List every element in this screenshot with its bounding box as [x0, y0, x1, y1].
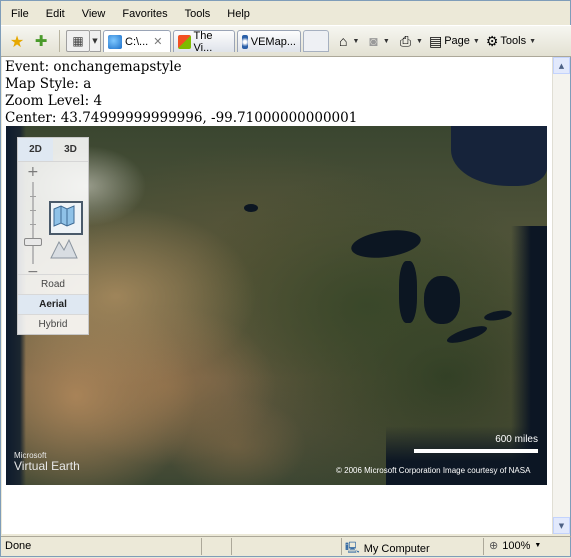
lake — [244, 204, 258, 212]
tab-toolbar: ★ ✚ ▦ ▼ C:\... ✕ The Vi... VEMap... ⌂ ▼ ◙… — [1, 25, 571, 57]
lake-erie — [445, 322, 489, 347]
printer-icon: ⎙ — [399, 32, 412, 49]
computer-icon: 🖳 — [345, 542, 360, 554]
tab-label: C:\... — [125, 35, 149, 48]
map-navigation-control: 2D 3D + − Road Aerial Hybrid — [17, 137, 89, 335]
scroll-down-icon[interactable]: ▼ — [553, 517, 570, 534]
tab-the-vi[interactable]: The Vi... — [173, 29, 235, 54]
status-divider — [201, 538, 202, 555]
scale-bar — [414, 449, 538, 453]
security-zone[interactable]: 🖳 My Computer — [345, 539, 430, 558]
tab-vemap[interactable]: VEMap... — [237, 30, 301, 52]
rss-icon: ◙ — [369, 33, 378, 49]
hudson-bay — [451, 126, 547, 186]
gear-icon: ⚙ — [485, 32, 499, 49]
scale-label: 600 miles — [495, 434, 538, 445]
magnifier-icon: ⊕ — [489, 540, 499, 552]
page-label: Page — [444, 35, 470, 47]
tab-c-drive[interactable]: C:\... ✕ — [103, 30, 171, 52]
chevron-down-icon: ▼ — [534, 542, 542, 549]
print-button[interactable]: ⎙ ▼ — [400, 33, 423, 50]
lake-ontario — [483, 308, 513, 323]
menu-edit[interactable]: Edit — [37, 8, 73, 20]
zoom-tick — [30, 224, 36, 225]
chevron-down-icon: ▼ — [416, 37, 423, 45]
lake-michigan — [399, 261, 417, 323]
vertical-scrollbar[interactable]: ▲ ▼ — [552, 57, 570, 534]
style-hybrid[interactable]: Hybrid — [18, 314, 88, 334]
map-style-list: Road Aerial Hybrid — [18, 274, 88, 334]
center-text: Center: 43.74999999999996, -99.710000000… — [5, 110, 358, 126]
lake-huron — [424, 276, 460, 324]
zoom-tick — [30, 196, 36, 197]
aerial-map[interactable]: 2D 3D + − Road Aerial Hybrid Microsoft V… — [6, 126, 547, 485]
add-favorites-icon[interactable]: ✚ — [31, 31, 51, 51]
favorites-star-icon[interactable]: ★ — [7, 31, 27, 51]
new-tab-button[interactable] — [303, 30, 329, 52]
msn-icon — [178, 34, 191, 49]
menu-view[interactable]: View — [73, 8, 114, 20]
birdseye-view-icon[interactable] — [49, 234, 79, 264]
page-menu-button[interactable]: ▤ Page ▼ — [429, 33, 480, 50]
logo-virtual-earth-text: Virtual Earth — [14, 459, 80, 473]
browser-window: File Edit View Favorites Tools Help ★ ✚ … — [0, 0, 571, 557]
status-bar: Done 🖳 My Computer ⊕ 100% ▼ — [1, 536, 571, 557]
ve-icon — [242, 34, 248, 49]
tools-label: Tools — [500, 35, 527, 47]
road-view-icon[interactable] — [49, 201, 83, 235]
zone-label: My Computer — [363, 542, 430, 555]
status-text: Done — [5, 540, 32, 552]
chevron-down-icon: ▼ — [529, 37, 537, 45]
tools-menu-button[interactable]: ⚙ Tools ▼ — [486, 33, 536, 50]
style-road[interactable]: Road — [18, 274, 88, 294]
status-divider — [483, 538, 484, 555]
status-divider — [341, 538, 342, 555]
style-aerial[interactable]: Aerial — [18, 294, 88, 314]
close-tab-icon[interactable]: ✕ — [153, 35, 162, 48]
virtual-earth-logo: Microsoft Virtual Earth — [14, 451, 80, 473]
page-icon: ▤ — [428, 32, 443, 49]
zoom-slider[interactable]: + − — [22, 165, 44, 280]
zoom-track — [32, 182, 34, 264]
zoom-slider-handle[interactable] — [24, 238, 42, 246]
scroll-up-icon[interactable]: ▲ — [553, 57, 570, 74]
page-content: Event: onchangemapstyle Map Style: a Zoo… — [2, 57, 552, 534]
atlantic-ocean — [511, 226, 547, 485]
lake-superior — [349, 226, 423, 262]
copyright-text: © 2006 Microsoft Corporation Image court… — [336, 466, 531, 475]
zoom-control[interactable]: ⊕ 100% ▼ — [489, 539, 542, 553]
menu-bar: File Edit View Favorites Tools Help — [1, 5, 571, 23]
tab-label: VEMap... — [250, 35, 296, 48]
chevron-down-icon: ▼ — [472, 37, 480, 45]
home-button[interactable]: ⌂ ▼ — [339, 33, 359, 49]
quick-tabs-button[interactable]: ▦ — [66, 30, 90, 52]
chevron-down-icon: ▼ — [382, 37, 390, 45]
feeds-button[interactable]: ◙ ▼ — [369, 33, 389, 49]
map-style-text: Map Style: a — [5, 76, 92, 92]
menu-file[interactable]: File — [1, 8, 37, 20]
dimension-tabs: 2D 3D — [18, 138, 88, 162]
event-text: Event: onchangemapstyle — [5, 59, 182, 75]
menu-favorites[interactable]: Favorites — [113, 8, 175, 20]
toolbar-separator — [59, 30, 60, 52]
tab-2d[interactable]: 2D — [18, 138, 53, 161]
zoom-tick — [30, 210, 36, 211]
zoom-in-icon[interactable]: + — [27, 165, 39, 179]
chevron-down-icon: ▼ — [352, 37, 360, 45]
menu-help[interactable]: Help — [218, 8, 258, 20]
tab-list-dropdown-icon[interactable]: ▼ — [90, 30, 101, 52]
zoom-level-text: Zoom Level: 4 — [5, 93, 103, 109]
ie-icon — [108, 34, 122, 49]
home-icon: ⌂ — [339, 33, 348, 49]
tab-3d[interactable]: 3D — [53, 138, 88, 161]
tab-label: The Vi... — [193, 29, 213, 54]
zoom-percent: 100% — [502, 539, 531, 552]
status-divider — [231, 538, 232, 555]
menu-tools[interactable]: Tools — [176, 8, 219, 20]
